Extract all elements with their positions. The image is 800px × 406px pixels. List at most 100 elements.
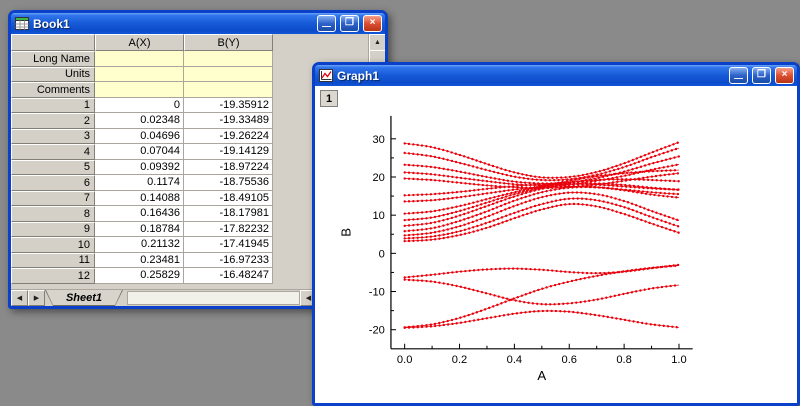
row-header[interactable]: Units bbox=[11, 66, 95, 82]
row-header[interactable]: 3 bbox=[11, 128, 95, 144]
column-header[interactable]: B(Y) bbox=[184, 34, 273, 51]
right-arrow-icon: ▶ bbox=[33, 295, 40, 302]
data-cell[interactable]: -17.82232 bbox=[184, 221, 273, 237]
row-header[interactable]: Long Name bbox=[11, 51, 95, 67]
up-arrow-icon: ▲ bbox=[374, 39, 381, 46]
data-cell[interactable]: 0.04696 bbox=[95, 128, 184, 144]
y-axis-title: B bbox=[338, 228, 353, 237]
data-cell[interactable]: -16.48247 bbox=[184, 268, 273, 284]
meta-cell[interactable] bbox=[184, 82, 273, 98]
minimize-button[interactable]: — bbox=[729, 67, 748, 84]
sheet-tab-label: Sheet1 bbox=[46, 290, 122, 305]
worksheet-grid: A(X) B(Y) Long Name Units Comments 1 0 -19.3591… bbox=[11, 34, 273, 284]
meta-cell[interactable] bbox=[184, 51, 273, 67]
worksheet-icon bbox=[15, 17, 29, 30]
scroll-up-button[interactable]: ▲ bbox=[369, 34, 385, 51]
graph1-title: Graph1 bbox=[337, 68, 380, 83]
data-cell[interactable]: 0.14088 bbox=[95, 190, 184, 206]
y-tick-label: 0 bbox=[379, 248, 385, 260]
row-header[interactable]: 4 bbox=[11, 144, 95, 160]
x-tick-label: 1.0 bbox=[671, 354, 686, 366]
left-arrow-icon: ◀ bbox=[16, 295, 23, 302]
row-header[interactable]: 7 bbox=[11, 190, 95, 206]
row-header[interactable]: 9 bbox=[11, 221, 95, 237]
data-cell[interactable]: 0 bbox=[95, 97, 184, 113]
left-arrow-icon: ◀ bbox=[305, 295, 312, 302]
row-header[interactable]: 12 bbox=[11, 268, 95, 284]
data-cell[interactable]: 0.02348 bbox=[95, 113, 184, 129]
y-tick-label: 10 bbox=[372, 210, 384, 222]
meta-cell[interactable] bbox=[95, 51, 184, 67]
series-band02 bbox=[404, 265, 680, 328]
data-cell[interactable]: 0.09392 bbox=[95, 159, 184, 175]
row-header[interactable]: Comments bbox=[11, 82, 95, 98]
data-cell[interactable]: -19.26224 bbox=[184, 128, 273, 144]
series-band01 bbox=[404, 310, 680, 329]
table-corner-cell[interactable] bbox=[11, 34, 95, 51]
series-markers-band01 bbox=[403, 309, 681, 329]
graph1-titlebar[interactable]: Graph1 — ❒ × bbox=[315, 65, 797, 86]
y-tick-label: -10 bbox=[369, 287, 385, 299]
close-button[interactable]: × bbox=[775, 67, 794, 84]
data-cell[interactable]: 0.16436 bbox=[95, 206, 184, 222]
row-header[interactable]: 8 bbox=[11, 206, 95, 222]
graph-plot: 0.0 0.2 0.4 0.6 0.8 1.0 -20 -10 0 10 20 30 A B bbox=[338, 115, 693, 383]
tab-scroll-right-button[interactable]: ▶ bbox=[28, 290, 45, 306]
data-cell[interactable]: -19.35912 bbox=[184, 97, 273, 113]
series-markers-band14 bbox=[403, 146, 681, 182]
graph-icon bbox=[319, 69, 333, 82]
y-tick-label: 20 bbox=[372, 172, 384, 184]
row-header[interactable]: 2 bbox=[11, 113, 95, 129]
data-cell[interactable]: 0.18784 bbox=[95, 221, 184, 237]
data-cell[interactable]: -18.49105 bbox=[184, 190, 273, 206]
tab-scroll-left-button[interactable]: ◀ bbox=[11, 290, 28, 306]
series-band18 bbox=[404, 203, 680, 242]
minimize-button[interactable]: — bbox=[317, 15, 336, 32]
x-axis-title: A bbox=[537, 368, 546, 383]
row-header[interactable]: 5 bbox=[11, 159, 95, 175]
data-cell[interactable]: 0.21132 bbox=[95, 237, 184, 253]
restore-button[interactable]: ❒ bbox=[752, 67, 771, 84]
data-cell[interactable]: 0.07044 bbox=[95, 144, 184, 160]
series-markers-band02 bbox=[403, 264, 681, 329]
data-cell[interactable]: 0.1174 bbox=[95, 175, 184, 191]
restore-button[interactable]: ❒ bbox=[340, 15, 359, 32]
series-band03 bbox=[404, 279, 680, 305]
graph1-window: Graph1 — ❒ × 1 0.0 0.2 0.4 0.6 0.8 1.0 -20 -10 0… bbox=[312, 62, 800, 406]
row-header[interactable]: 6 bbox=[11, 175, 95, 191]
close-button[interactable]: × bbox=[363, 15, 382, 32]
data-cell[interactable]: -19.33489 bbox=[184, 113, 273, 129]
series-band04 bbox=[404, 264, 680, 278]
series-markers-band03 bbox=[403, 278, 681, 306]
x-tick-label: 0.6 bbox=[562, 354, 577, 366]
data-cell[interactable]: 0.23481 bbox=[95, 252, 184, 268]
book1-titlebar[interactable]: Book1 — ❒ × bbox=[11, 13, 385, 34]
y-tick-label: -20 bbox=[369, 325, 385, 337]
data-cell[interactable]: -16.97233 bbox=[184, 252, 273, 268]
sheet-tab[interactable]: Sheet1 bbox=[45, 290, 123, 306]
meta-cell[interactable] bbox=[95, 82, 184, 98]
row-header[interactable]: 1 bbox=[11, 97, 95, 113]
x-tick-label: 0.8 bbox=[616, 354, 631, 366]
series-markers-band04 bbox=[403, 263, 681, 279]
data-cell[interactable]: -19.14129 bbox=[184, 144, 273, 160]
horizontal-scroll-track[interactable] bbox=[127, 291, 300, 305]
data-cell[interactable]: -17.41945 bbox=[184, 237, 273, 253]
layer-1-button[interactable]: 1 bbox=[320, 90, 338, 107]
row-header[interactable]: 11 bbox=[11, 252, 95, 268]
graph1-body: 1 0.0 0.2 0.4 0.6 0.8 1.0 -20 -10 0 10 20 30 A B bbox=[315, 86, 797, 403]
meta-cell[interactable] bbox=[184, 66, 273, 82]
data-cell[interactable]: -18.75536 bbox=[184, 175, 273, 191]
x-tick-label: 0.0 bbox=[397, 354, 412, 366]
column-header[interactable]: A(X) bbox=[95, 34, 184, 51]
x-tick-label: 0.4 bbox=[507, 354, 522, 366]
row-header[interactable]: 10 bbox=[11, 237, 95, 253]
y-tick-label: 30 bbox=[372, 134, 384, 146]
application-desktop: Book1 — ❒ × A(X) B(Y) Long Name Units Commen… bbox=[0, 0, 800, 406]
data-cell[interactable]: 0.25829 bbox=[95, 268, 184, 284]
book1-title: Book1 bbox=[33, 16, 70, 31]
data-cell[interactable]: -18.17981 bbox=[184, 206, 273, 222]
data-cell[interactable]: -18.97224 bbox=[184, 159, 273, 175]
meta-cell[interactable] bbox=[95, 66, 184, 82]
series-band14 bbox=[404, 147, 680, 181]
